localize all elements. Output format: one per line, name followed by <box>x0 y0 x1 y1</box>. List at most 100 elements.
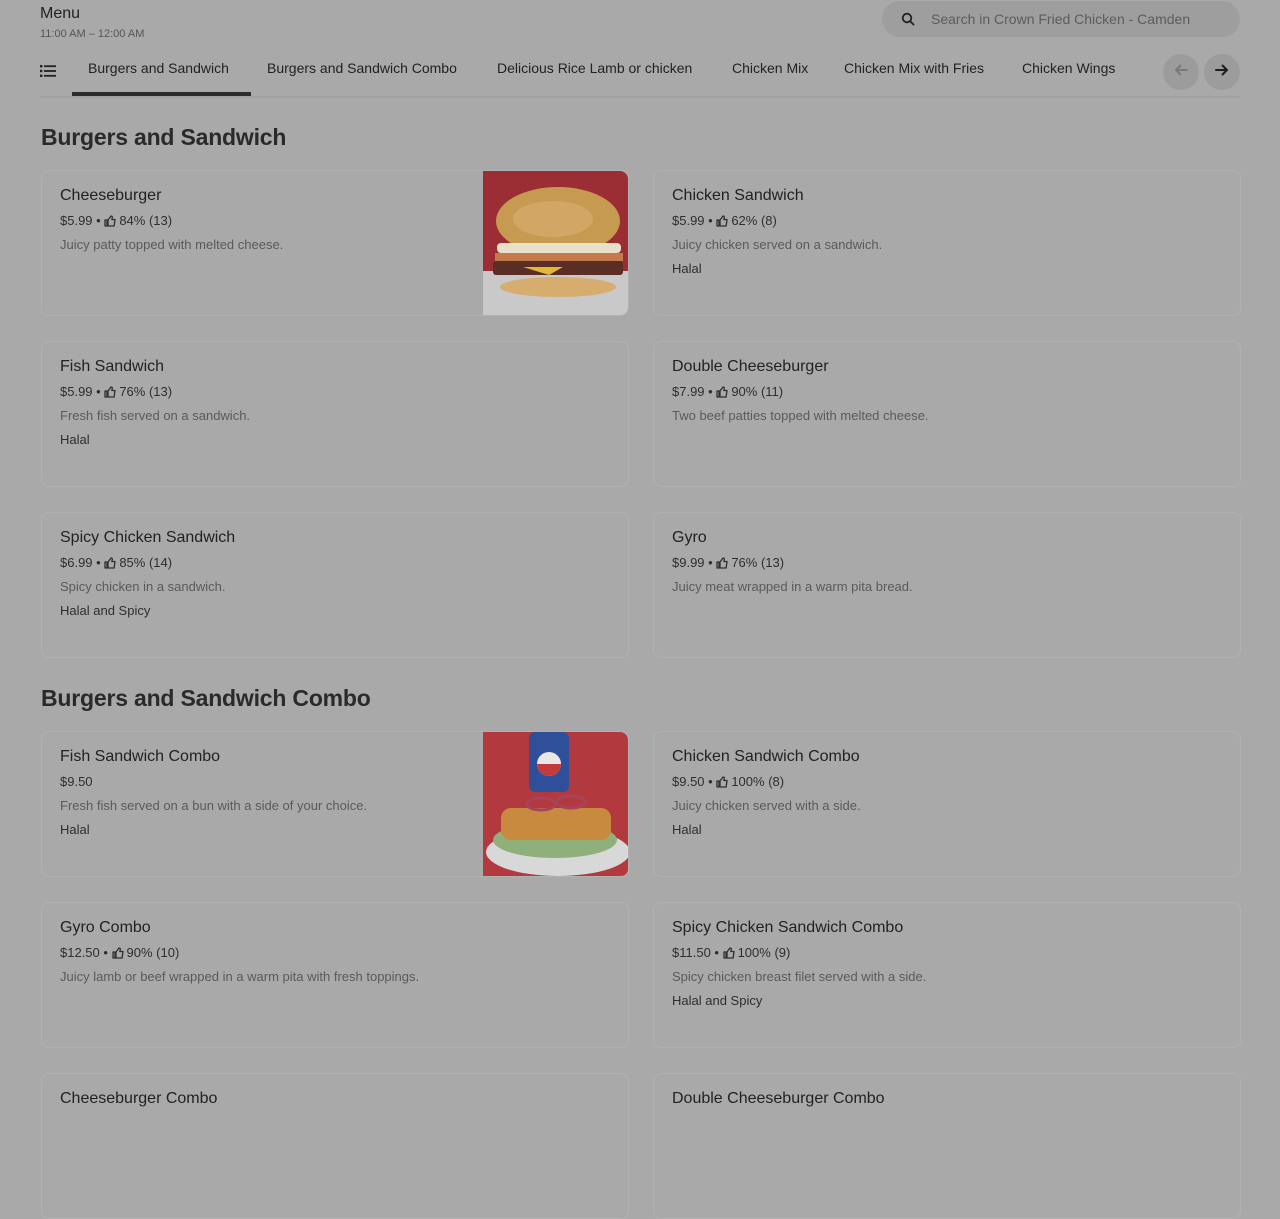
item-name: Fish Sandwich <box>60 358 165 375</box>
tab-delicious-rice[interactable]: Delicious Rice Lamb or chicken <box>497 60 692 76</box>
menu-item-card[interactable]: Cheeseburger Combo <box>41 1073 629 1219</box>
list-icon[interactable] <box>40 64 56 78</box>
item-meta: $5.99 • 84% (13) <box>60 213 173 228</box>
menu-item-card[interactable]: Chicken Sandwich Combo $9.50 • 100% (8) … <box>653 731 1241 877</box>
item-description: Spicy chicken in a sandwich. <box>60 579 226 594</box>
search-placeholder: Search in Crown Fried Chicken - Camden <box>931 11 1191 27</box>
menu-item-card[interactable]: Chicken Sandwich $5.99 • 62% (8) Juicy c… <box>653 170 1241 316</box>
item-name: Chicken Sandwich Combo <box>672 748 860 765</box>
item-meta: $9.50 <box>60 774 93 789</box>
item-price: $9.99 <box>672 555 705 570</box>
item-meta: $9.50 • 100% (8) <box>672 774 785 789</box>
tabs-next-button[interactable] <box>1204 54 1240 90</box>
item-name: Double Cheeseburger Combo <box>672 1090 885 1107</box>
item-meta: $12.50 • 90% (10) <box>60 945 180 960</box>
item-price: $12.50 <box>60 945 100 960</box>
tab-chicken-mix[interactable]: Chicken Mix <box>732 60 808 76</box>
section-title: Burgers and Sandwich <box>41 124 287 150</box>
thumbs-up-icon <box>111 946 124 959</box>
item-rating: 90% (10) <box>126 945 180 960</box>
item-name: Gyro <box>672 529 707 546</box>
item-tag: Halal <box>60 432 90 447</box>
search-input[interactable]: Search in Crown Fried Chicken - Camden <box>882 1 1240 37</box>
item-meta: $7.99 • 90% (11) <box>672 384 784 399</box>
item-rating: 76% (13) <box>731 555 785 570</box>
menu-item-card[interactable]: Cheeseburger $5.99 • 84% (13) Juicy patt… <box>41 170 629 316</box>
item-name: Double Cheeseburger <box>672 358 829 375</box>
item-meta: $5.99 • 62% (8) <box>672 213 777 228</box>
item-tag: Halal <box>60 822 90 837</box>
menu-item-card[interactable]: Spicy Chicken Sandwich Combo $11.50 • 10… <box>653 902 1241 1048</box>
menu-item-card[interactable]: Spicy Chicken Sandwich $6.99 • 85% (14) … <box>41 512 629 658</box>
fish-combo-photo <box>483 732 628 876</box>
item-name: Spicy Chicken Sandwich Combo <box>672 919 904 936</box>
menu-title: Menu <box>40 5 81 22</box>
item-meta: $11.50 • 100% (9) <box>672 945 791 960</box>
thumbs-up-icon <box>104 385 116 398</box>
item-price: $5.99 <box>60 384 93 399</box>
item-description: Fresh fish served on a bun with a side o… <box>60 798 368 813</box>
tab-chicken-wings[interactable]: Chicken Wings <box>1022 60 1115 76</box>
thumbs-up-icon <box>104 214 116 227</box>
item-tag: Halal <box>672 261 702 276</box>
item-description: Juicy lamb or beef wrapped in a warm pit… <box>60 969 420 984</box>
category-tabs: Burgers and Sandwich Burgers and Sandwic… <box>40 50 1240 98</box>
item-description: Juicy meat wrapped in a warm pita bread. <box>672 579 913 594</box>
menu-item-card[interactable]: Double Cheeseburger $7.99 • 90% (11) Two… <box>653 341 1241 487</box>
item-description: Spicy chicken breast filet served with a… <box>672 969 927 984</box>
thumbs-up-icon <box>104 556 116 569</box>
item-meta: $6.99 • 85% (14) <box>60 555 173 570</box>
item-name: Chicken Sandwich <box>672 187 804 204</box>
item-price: $9.50 <box>60 774 93 789</box>
item-meta: $5.99 • 76% (13) <box>60 384 173 399</box>
item-rating: 62% (8) <box>731 213 777 228</box>
menu-item-card[interactable]: Fish Sandwich $5.99 • 76% (13) Fresh fis… <box>41 341 629 487</box>
item-rating: 90% (11) <box>731 384 784 399</box>
item-tag: Halal and Spicy <box>672 993 763 1008</box>
item-price: $5.99 <box>672 213 705 228</box>
item-description: Juicy patty topped with melted cheese. <box>60 237 284 252</box>
item-tag: Halal <box>672 822 702 837</box>
tabs-prev-button[interactable] <box>1163 54 1199 90</box>
item-rating: 100% (8) <box>731 774 785 789</box>
thumbs-up-icon <box>716 214 728 227</box>
item-name: Gyro Combo <box>60 919 151 936</box>
thumbs-up-icon <box>716 556 728 569</box>
tab-burgers-and-sandwich[interactable]: Burgers and Sandwich <box>88 60 229 76</box>
arrow-right-icon <box>1215 63 1229 81</box>
item-tag: Halal and Spicy <box>60 603 151 618</box>
search-icon <box>900 11 916 27</box>
item-name: Cheeseburger Combo <box>60 1090 218 1107</box>
tab-burgers-and-sandwich-combo[interactable]: Burgers and Sandwich Combo <box>267 60 457 76</box>
thumbs-up-icon <box>716 385 728 398</box>
item-description: Two beef patties topped with melted chee… <box>672 408 929 423</box>
arrow-left-icon <box>1174 63 1188 81</box>
burger-photo <box>483 171 628 315</box>
item-description: Juicy chicken served with a side. <box>672 798 861 813</box>
item-description: Fresh fish served on a sandwich. <box>60 408 251 423</box>
item-name: Spicy Chicken Sandwich <box>60 529 236 546</box>
item-description: Juicy chicken served on a sandwich. <box>672 237 883 252</box>
item-rating: 84% (13) <box>119 213 173 228</box>
item-rating: 76% (13) <box>119 384 173 399</box>
thumbs-up-icon <box>722 946 735 959</box>
section-title: Burgers and Sandwich Combo <box>41 685 371 711</box>
menu-item-card[interactable]: Double Cheeseburger Combo <box>653 1073 1241 1219</box>
item-price: $5.99 <box>60 213 93 228</box>
menu-item-card[interactable]: Fish Sandwich Combo $9.50 Fresh fish ser… <box>41 731 629 877</box>
item-meta: $9.99 • 76% (13) <box>672 555 785 570</box>
item-price: $9.50 <box>672 774 705 789</box>
thumbs-up-icon <box>716 775 728 788</box>
item-price: $11.50 <box>672 945 711 960</box>
item-name: Fish Sandwich Combo <box>60 748 221 765</box>
item-price: $6.99 <box>60 555 93 570</box>
item-rating: 85% (14) <box>119 555 173 570</box>
item-rating: 100% (9) <box>737 945 791 960</box>
menu-item-card[interactable]: Gyro $9.99 • 76% (13) Juicy meat wrapped… <box>653 512 1241 658</box>
menu-item-card[interactable]: Gyro Combo $12.50 • 90% (10) Juicy lamb … <box>41 902 629 1048</box>
item-price: $7.99 <box>672 384 705 399</box>
active-tab-indicator <box>72 92 251 96</box>
item-name: Cheeseburger <box>60 187 162 204</box>
tab-chicken-mix-with-fries[interactable]: Chicken Mix with Fries <box>844 60 984 76</box>
menu-hours: 11:00 AM – 12:00 AM <box>40 28 145 40</box>
